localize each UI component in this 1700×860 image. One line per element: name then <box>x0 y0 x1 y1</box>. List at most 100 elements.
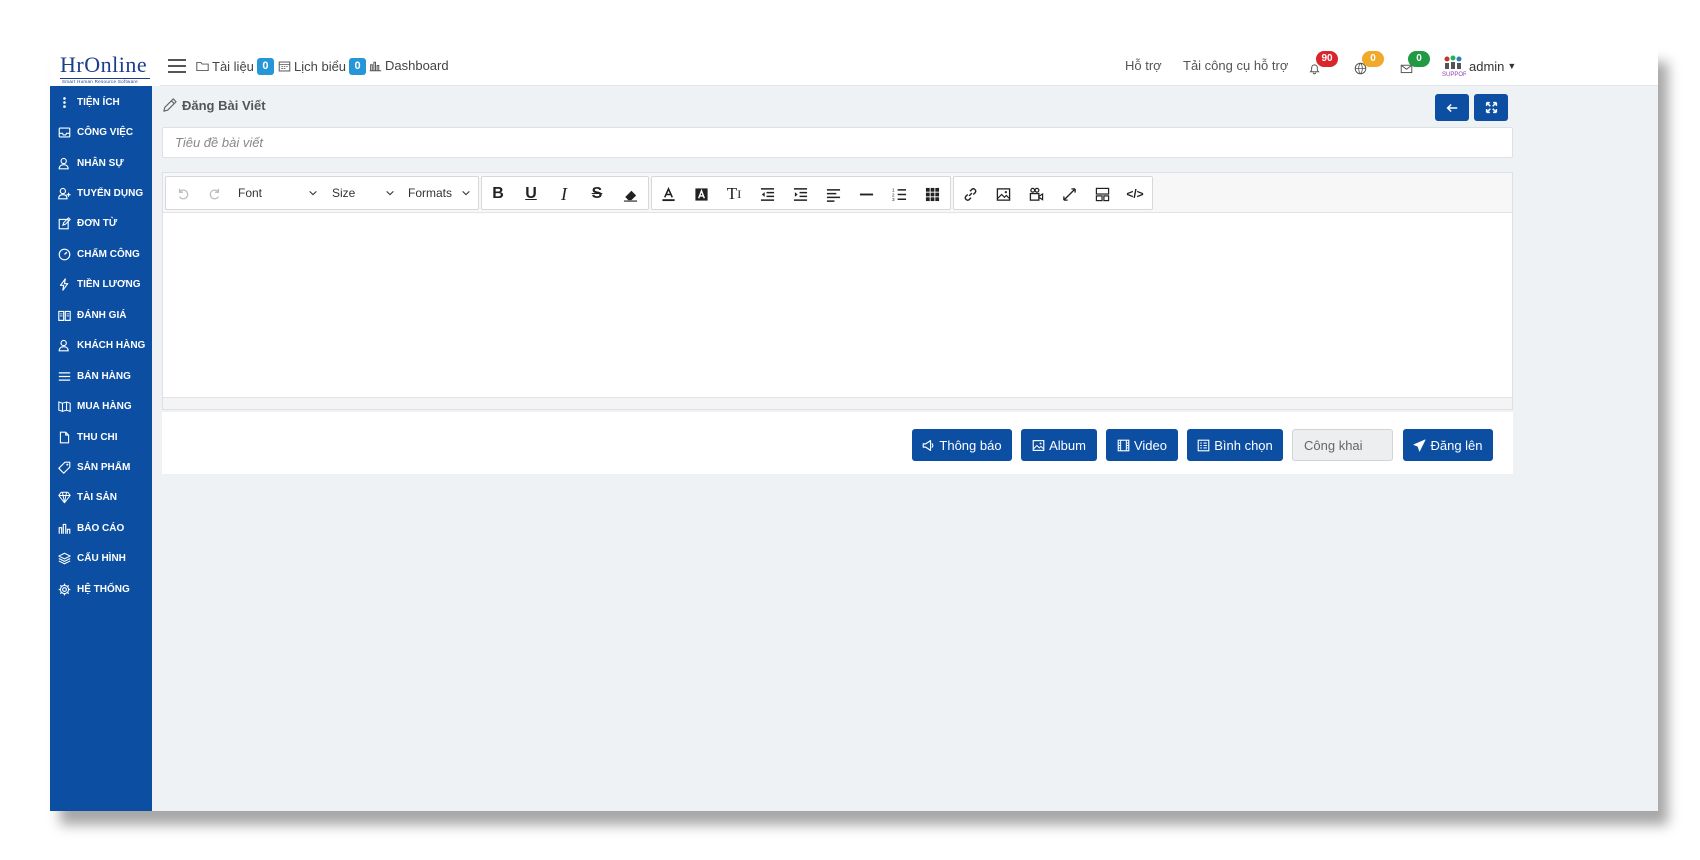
sidebar-item-utilities[interactable]: TIỆN ÍCH <box>58 91 150 113</box>
sidebar-item-label: BÁO CÁO <box>77 522 125 534</box>
outdent-icon[interactable] <box>756 183 778 205</box>
notice-button[interactable]: Thông báo <box>912 429 1012 461</box>
nav-calendar-badge: 0 <box>349 58 367 75</box>
post-title-input[interactable] <box>162 127 1513 158</box>
table-icon[interactable] <box>921 183 943 205</box>
video-button[interactable]: Video <box>1106 429 1178 461</box>
image-icon[interactable] <box>992 183 1014 205</box>
diamond-icon <box>58 491 71 503</box>
bold-icon[interactable]: B <box>487 183 509 205</box>
sidebar-item-label: CÔNG VIỆC <box>77 126 134 138</box>
sidebar-item-tasks[interactable]: CÔNG VIỆC <box>58 121 150 143</box>
font-size-icon[interactable]: TI <box>723 183 745 205</box>
sidebar-item-purchasing[interactable]: MUA HÀNG <box>58 395 150 417</box>
list-icon <box>58 371 71 381</box>
sidebar-item-products[interactable]: SẢN PHẨM <box>58 456 150 478</box>
link-icon[interactable] <box>959 183 981 205</box>
sidebar: TIỆN ÍCH CÔNG VIỆC NHÂN SỰ TUYỂN DỤNG ĐƠ… <box>50 86 152 811</box>
chevron-down-icon <box>386 190 394 196</box>
sidebar-item-recruitment[interactable]: TUYỂN DỤNG <box>58 182 150 204</box>
nav-calendar[interactable]: Lịch biểu 0 <box>278 58 367 75</box>
sidebar-item-label: ĐÁNH GIÁ <box>77 309 127 321</box>
chevron-down-icon: ▼ <box>1507 61 1517 71</box>
redo-icon[interactable] <box>204 183 226 205</box>
formats-select[interactable]: Formats <box>408 186 476 200</box>
dashboard-gauge-icon <box>58 248 71 260</box>
expand-icon <box>1485 101 1497 114</box>
user-plus-icon <box>58 187 71 199</box>
svg-text:3: 3 <box>892 197 895 202</box>
nav-dashboard[interactable]: Dashboard <box>369 58 449 73</box>
formats-select-value: Formats <box>408 186 453 200</box>
publish-button[interactable]: Đăng lên <box>1403 429 1493 461</box>
gear-icon <box>58 583 71 595</box>
underline-icon[interactable]: U <box>520 183 542 205</box>
album-button[interactable]: Album <box>1021 429 1097 461</box>
sidebar-item-label: TÀI SẢN <box>77 491 117 503</box>
back-button[interactable] <box>1435 94 1469 121</box>
fullscreen-button[interactable] <box>1474 94 1508 121</box>
align-left-icon[interactable] <box>822 183 844 205</box>
sidebar-item-customers[interactable]: KHÁCH HÀNG <box>58 334 150 356</box>
film-icon <box>1117 439 1130 451</box>
numbered-list-icon[interactable]: 123 <box>888 183 910 205</box>
font-select-value: Font <box>238 186 263 200</box>
sidebar-item-label: BÁN HÀNG <box>77 370 131 382</box>
sidebar-item-label: HỆ THỐNG <box>77 583 130 595</box>
undo-icon[interactable] <box>172 183 194 205</box>
sidebar-item-reports[interactable]: BÁO CÁO <box>58 517 150 539</box>
folder-icon <box>196 61 209 72</box>
nav-documents-label: Tài liệu <box>212 59 254 74</box>
support-link[interactable]: Hỗ trợ <box>1122 58 1162 73</box>
calendar-icon <box>278 61 291 72</box>
editor-content-area[interactable] <box>163 213 1512 397</box>
page-title-text: Đăng Bài Viết <box>182 98 266 113</box>
logo-text: HrOnline <box>60 52 148 77</box>
sidebar-item-label: CHẤM CÔNG <box>77 248 140 260</box>
rich-text-editor: Font Size Formats B U I S T I 1 2 3 </> <box>162 172 1513 410</box>
sidebar-item-system[interactable]: HỆ THỐNG <box>58 578 150 600</box>
video-camera-icon[interactable] <box>1025 183 1047 205</box>
horizontal-line-icon[interactable] <box>855 183 877 205</box>
poll-button[interactable]: Bình chọn <box>1187 429 1283 461</box>
sidebar-item-configuration[interactable]: CẤU HÌNH <box>58 547 150 569</box>
nav-documents-badge: 0 <box>256 58 274 75</box>
template-icon[interactable] <box>1091 183 1113 205</box>
eraser-icon[interactable] <box>619 183 641 205</box>
background-color-icon[interactable] <box>690 183 712 205</box>
sidebar-item-requests[interactable]: ĐƠN TỪ <box>58 212 150 234</box>
sidebar-item-sales[interactable]: BÁN HÀNG <box>58 365 150 387</box>
tag-icon <box>58 461 71 474</box>
user-menu[interactable]: SUPPORT admin ▼ <box>1440 54 1516 78</box>
sidebar-item-payroll[interactable]: TIỀN LƯƠNG <box>58 273 150 295</box>
sidebar-item-label: NHÂN SỰ <box>77 157 124 169</box>
privacy-select[interactable]: Công khai <box>1292 429 1393 461</box>
font-select[interactable]: Font <box>238 186 322 200</box>
toolbar-group-paragraph: TI 123 <box>651 176 951 210</box>
sidebar-item-assets[interactable]: TÀI SẢN <box>58 486 150 508</box>
svg-text:SUPPORT: SUPPORT <box>1442 72 1466 78</box>
logo-subtitle: Smart Human Resource Software <box>62 79 138 84</box>
source-code-icon[interactable]: </> <box>1124 183 1146 205</box>
sidebar-item-personnel[interactable]: NHÂN SỰ <box>58 152 150 174</box>
download-tools-link[interactable]: Tải công cụ hỗ trợ <box>1180 58 1288 73</box>
logo[interactable]: HrOnline Smart Human Resource Software <box>50 48 160 86</box>
sidebar-item-evaluation[interactable]: ĐÁNH GIÁ <box>58 304 150 326</box>
size-select[interactable]: Size <box>332 186 398 200</box>
user-icon <box>58 157 69 169</box>
text-color-icon[interactable] <box>657 183 679 205</box>
privacy-value: Công khai <box>1304 437 1363 453</box>
support-label: Hỗ trợ <box>1125 58 1162 73</box>
sidebar-item-label: THU CHI <box>77 431 118 443</box>
italic-icon[interactable]: I <box>553 183 575 205</box>
sidebar-item-timekeeping[interactable]: CHẤM CÔNG <box>58 243 150 265</box>
nav-documents[interactable]: Tài liệu 0 <box>196 58 274 75</box>
book-icon <box>58 310 71 321</box>
strikethrough-icon[interactable]: S <box>586 183 608 205</box>
indent-icon[interactable] <box>789 183 811 205</box>
arrow-left-icon <box>1446 103 1458 112</box>
sidebar-item-finance[interactable]: THU CHI <box>58 426 150 448</box>
top-header: HrOnline Smart Human Resource Software T… <box>50 48 1658 86</box>
menu-toggle-icon[interactable] <box>168 59 186 73</box>
fullscreen-expand-icon[interactable] <box>1058 183 1080 205</box>
